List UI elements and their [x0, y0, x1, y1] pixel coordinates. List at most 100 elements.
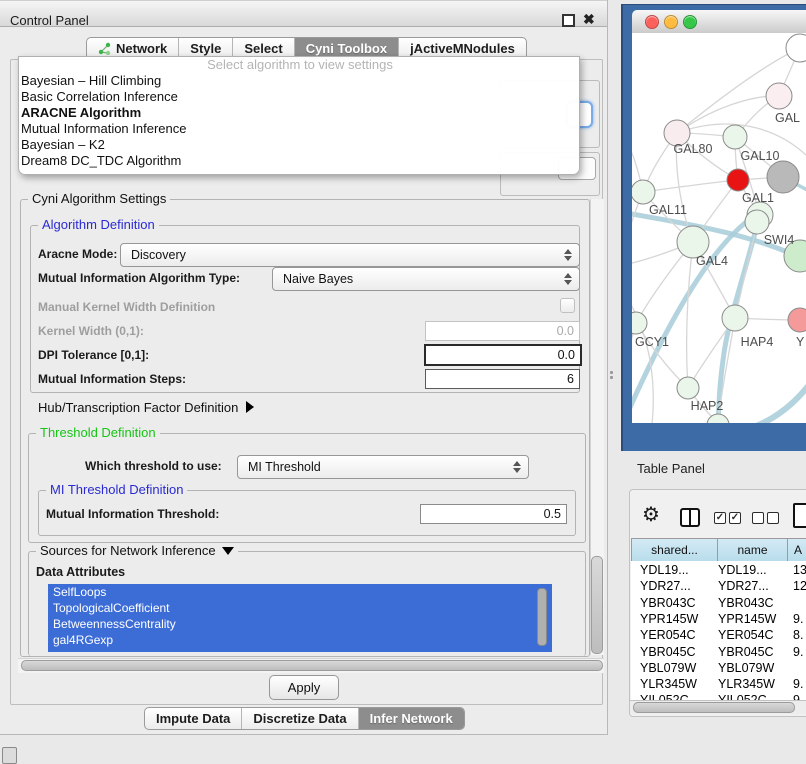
table-cell[interactable]: 12: [793, 579, 806, 593]
table-row[interactable]: YBR045C YBR045C 9.: [631, 645, 806, 661]
column-header-shared-name[interactable]: shared...: [631, 538, 718, 562]
network-node-gal[interactable]: [766, 83, 792, 109]
network-node-swi4[interactable]: [745, 210, 769, 234]
table-cell[interactable]: YIL052C: [640, 693, 689, 700]
table-row[interactable]: YIL052C YIL052C 9: [631, 693, 806, 700]
table-cell[interactable]: YBR045C: [718, 645, 774, 659]
table-cell[interactable]: YBL079W: [718, 661, 774, 675]
table-cell[interactable]: YBR045C: [640, 645, 696, 659]
algorithm-option-aracne-algorithm[interactable]: ARACNE Algorithm: [19, 105, 579, 121]
table-cell[interactable]: YBR043C: [718, 596, 774, 610]
bottom-tab-infer-network[interactable]: Infer Network: [358, 708, 464, 729]
table-row[interactable]: YBR043C YBR043C: [631, 596, 806, 612]
table-cell[interactable]: 9.: [793, 677, 803, 691]
select-all-checked-icon[interactable]: ✓: [729, 512, 741, 524]
algorithm-option-bayesian-k2[interactable]: Bayesian – K2: [19, 137, 579, 153]
sources-group-title[interactable]: Sources for Network Inference: [36, 544, 238, 558]
bottom-tab-discretize-data-label: Discretize Data: [253, 711, 346, 726]
network-node-hap4[interactable]: [722, 305, 748, 331]
network-node-gal10[interactable]: [723, 125, 747, 149]
algorithm-option-basic-correlation-inference[interactable]: Basic Correlation Inference: [19, 89, 579, 105]
network-node-gcy1[interactable]: [632, 312, 647, 334]
table-cell[interactable]: YLR345W: [718, 677, 775, 691]
network-node-hap2[interactable]: [677, 377, 699, 399]
table-cell[interactable]: YPR145W: [640, 612, 698, 626]
settings-vscrollbar-thumb[interactable]: [591, 556, 603, 654]
aracne-mode-select[interactable]: Discovery: [120, 243, 580, 267]
deselect-all-icon[interactable]: [752, 512, 764, 524]
hub-definition-toggle[interactable]: Hub/Transcription Factor Definition: [38, 400, 254, 415]
attribute-item-selfloops[interactable]: SelfLoops: [48, 584, 552, 600]
which-threshold-select[interactable]: MI Threshold: [237, 455, 529, 479]
node-label-gal11: GAL11: [649, 203, 687, 217]
column-header-partial[interactable]: A: [787, 538, 806, 562]
zoom-traffic-light[interactable]: [683, 15, 697, 29]
table-cell[interactable]: 13: [793, 563, 806, 577]
close-icon[interactable]: ✖: [583, 11, 595, 27]
table-cell[interactable]: YDL19...: [718, 563, 767, 577]
table-cell[interactable]: YBR043C: [640, 596, 696, 610]
panel-title: Control Panel: [10, 13, 89, 28]
table-cell[interactable]: YBL079W: [640, 661, 696, 675]
table-hscrollbar-thumb[interactable]: [633, 702, 795, 713]
table-cell[interactable]: YIL052C: [718, 693, 767, 700]
network-node-gal1[interactable]: [727, 169, 749, 191]
algorithm-option-bayesian-hill-climbing[interactable]: Bayesian – Hill Climbing: [19, 73, 579, 89]
network-node-y[interactable]: [788, 308, 806, 332]
mi-steps-field[interactable]: 6: [425, 369, 580, 389]
table-cell[interactable]: YDL19...: [640, 563, 689, 577]
data-attributes-label: Data Attributes: [36, 565, 125, 579]
list-scrollbar-thumb[interactable]: [537, 588, 547, 646]
minimize-traffic-light[interactable]: [664, 15, 678, 29]
table-row[interactable]: YDL19... YDL19... 13: [631, 563, 806, 579]
float-window-icon[interactable]: [562, 14, 575, 27]
panel-splitter-grip[interactable]: [609, 371, 614, 380]
table-cell[interactable]: YDR27...: [640, 579, 691, 593]
table-cell[interactable]: 9.: [793, 645, 803, 659]
network-node[interactable]: [786, 34, 806, 62]
table-cell[interactable]: YDR27...: [718, 579, 769, 593]
aracne-mode-label: Aracne Mode:: [38, 247, 117, 261]
mi-threshold-field[interactable]: 0.5: [420, 504, 567, 524]
table-cell[interactable]: YPR145W: [718, 612, 776, 626]
table-row[interactable]: YDR27... YDR27... 12: [631, 579, 806, 595]
close-traffic-light[interactable]: [645, 15, 659, 29]
table-cell[interactable]: 9.: [793, 612, 803, 626]
table-cell[interactable]: 9: [793, 693, 800, 700]
settings-hscrollbar-thumb[interactable]: [21, 660, 603, 671]
table-cell[interactable]: 8.: [793, 628, 803, 642]
table-cell[interactable]: YER054C: [718, 628, 774, 642]
manual-kernel-checkbox[interactable]: [560, 298, 575, 313]
select-all-checked-icon[interactable]: ✓: [714, 512, 726, 524]
gear-icon[interactable]: ⚙: [642, 504, 660, 526]
kernel-width-field[interactable]: 0.0: [425, 321, 580, 341]
table-row[interactable]: YER054C YER054C 8.: [631, 628, 806, 644]
table-cell[interactable]: YLR345W: [640, 677, 697, 691]
attribute-item-topologicalcoefficient[interactable]: TopologicalCoefficient: [48, 600, 552, 616]
deselect-all-icon[interactable]: [767, 512, 779, 524]
table-cell[interactable]: YER054C: [640, 628, 696, 642]
import-table-icon[interactable]: [793, 503, 806, 528]
node-label-swi4: SWI4: [764, 233, 795, 247]
network-canvas[interactable]: GALGAL80GAL10GAL1GAL11GAL4SWI4GCY1HAP4YH…: [632, 33, 806, 423]
algorithm-option-mutual-information-inference[interactable]: Mutual Information Inference: [19, 121, 579, 137]
algorithm-option-dream8-dc-tdc-algorithm[interactable]: Dream8 DC_TDC Algorithm: [19, 153, 579, 169]
columns-icon[interactable]: [680, 508, 700, 527]
apply-button[interactable]: Apply: [269, 675, 339, 700]
bottom-corner-icon[interactable]: [2, 747, 17, 764]
dpi-tolerance-field[interactable]: 0.0: [424, 344, 582, 366]
bottom-tab-discretize-data[interactable]: Discretize Data: [241, 708, 357, 729]
data-attributes-list[interactable]: SelfLoopsTopologicalCoefficientBetweenne…: [48, 584, 552, 652]
mi-type-select[interactable]: Naive Bayes: [272, 267, 580, 291]
table-row[interactable]: YPR145W YPR145W 9.: [631, 612, 806, 628]
attribute-item-betweennesscentrality[interactable]: BetweennessCentrality: [48, 616, 552, 632]
bottom-tab-impute-data[interactable]: Impute Data: [145, 708, 241, 729]
table-row[interactable]: YBL079W YBL079W: [631, 661, 806, 677]
network-node[interactable]: [767, 161, 799, 193]
table-row[interactable]: YLR345W YLR345W 9.: [631, 677, 806, 693]
network-tab-icon: [98, 42, 111, 55]
attribute-item-gal4rgexp[interactable]: gal4RGexp: [48, 632, 552, 648]
column-header-name[interactable]: name: [717, 538, 788, 562]
network-node-gal11[interactable]: [632, 180, 655, 204]
network-window-titlebar[interactable]: [632, 10, 806, 34]
